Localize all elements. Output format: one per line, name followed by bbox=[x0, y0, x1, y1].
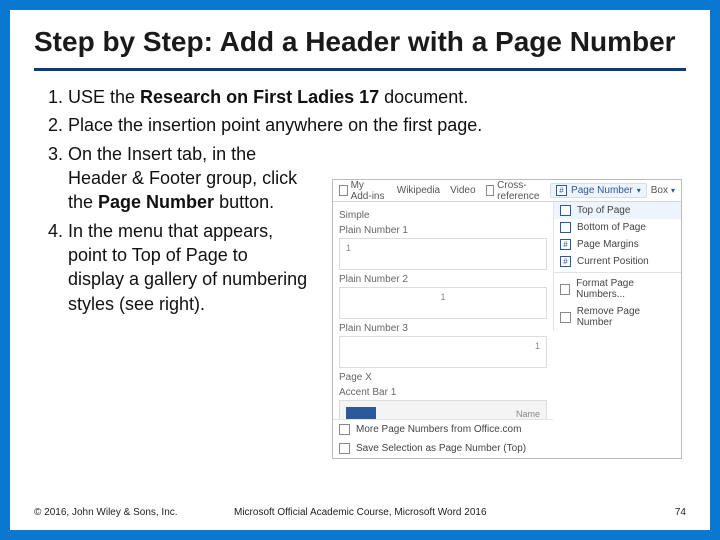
menu-format-page-numbers[interactable]: Format Page Numbers... bbox=[554, 275, 681, 303]
page-number-label: Page Number bbox=[571, 185, 633, 196]
ribbon-video[interactable]: Video bbox=[450, 180, 475, 202]
title-rule bbox=[34, 68, 686, 71]
ribbon-wikipedia-label: Wikipedia bbox=[397, 185, 440, 196]
page-number-gallery: Simple Plain Number 1 1 Plain Number 2 1… bbox=[333, 202, 553, 458]
step-1-bold: Research on First Ladies 17 bbox=[140, 87, 379, 107]
page-margins-icon bbox=[560, 239, 571, 250]
save-selection[interactable]: Save Selection as Page Number (Top) bbox=[333, 439, 553, 458]
step-3-bold: Page Number bbox=[98, 192, 214, 212]
step-3-post: button. bbox=[214, 192, 274, 212]
step-1: USE the Research on First Ladies 17 docu… bbox=[68, 85, 482, 109]
footer-course: Microsoft Official Academic Course, Micr… bbox=[234, 507, 656, 518]
footer-copyright: © 2016, John Wiley & Sons, Inc. bbox=[34, 507, 234, 518]
step-2: Place the insertion point anywhere on th… bbox=[68, 113, 482, 137]
gallery-tile-plain1[interactable]: 1 bbox=[339, 238, 547, 270]
ribbon-addins-label: My Add-ins bbox=[351, 180, 387, 202]
gallery-label-plain2: Plain Number 2 bbox=[339, 274, 547, 285]
gallery-label-plain1: Plain Number 1 bbox=[339, 225, 547, 236]
ribbon-crossref-label: Cross-reference bbox=[497, 180, 550, 202]
more-from-office-label: More Page Numbers from Office.com bbox=[356, 424, 521, 435]
office-icon bbox=[339, 424, 350, 435]
slide-frame: Step by Step: Add a Header with a Page N… bbox=[0, 0, 720, 540]
tile-number: 1 bbox=[535, 341, 540, 351]
crossref-icon bbox=[486, 185, 495, 196]
menu-top-of-page[interactable]: Top of Page bbox=[554, 202, 681, 219]
page-title: Step by Step: Add a Header with a Page N… bbox=[34, 26, 686, 58]
bottom-of-page-icon bbox=[560, 222, 571, 233]
save-selection-label: Save Selection as Page Number (Top) bbox=[356, 443, 526, 454]
gallery-footer: More Page Numbers from Office.com Save S… bbox=[333, 419, 553, 458]
menu-current-position[interactable]: Current Position bbox=[554, 253, 681, 270]
step-1-pre: USE the bbox=[68, 87, 140, 107]
footer-page-number: 74 bbox=[656, 507, 686, 518]
menu-format-label: Format Page Numbers... bbox=[576, 278, 675, 300]
tile-number: 1 bbox=[440, 292, 445, 302]
tile-number: 1 bbox=[346, 243, 351, 253]
ribbon-crossref[interactable]: Cross-reference bbox=[486, 180, 551, 202]
step-1-post: document. bbox=[379, 87, 468, 107]
step-4-text: In the menu that appears, point to Top o… bbox=[68, 219, 308, 316]
word-screenshot: My Add-ins Wikipedia Video Cross-referen… bbox=[332, 179, 682, 459]
menu-separator bbox=[554, 272, 681, 273]
gallery-label-plain3: Plain Number 3 bbox=[339, 323, 547, 334]
more-from-office[interactable]: More Page Numbers from Office.com bbox=[333, 420, 553, 439]
ribbon-wikipedia[interactable]: Wikipedia bbox=[397, 180, 440, 202]
menu-current-label: Current Position bbox=[577, 256, 649, 267]
menu-bottom-label: Bottom of Page bbox=[577, 222, 646, 233]
page-number-button[interactable]: Page Number ▾ bbox=[550, 183, 647, 198]
menu-remove-page-number[interactable]: Remove Page Number bbox=[554, 303, 681, 331]
menu-remove-label: Remove Page Number bbox=[577, 306, 675, 328]
addins-icon bbox=[339, 185, 348, 196]
menu-bottom-of-page[interactable]: Bottom of Page bbox=[554, 219, 681, 236]
top-of-page-icon bbox=[560, 205, 571, 216]
format-icon bbox=[560, 284, 570, 295]
save-icon bbox=[339, 443, 350, 454]
slide-page: Step by Step: Add a Header with a Page N… bbox=[10, 10, 710, 530]
page-number-menu: Top of Page Bottom of Page Page Margins … bbox=[553, 202, 681, 331]
ribbon: My Add-ins Wikipedia Video Cross-referen… bbox=[333, 180, 681, 202]
ribbon-box[interactable]: Box▾ bbox=[651, 185, 675, 196]
ribbon-box-label: Box bbox=[651, 185, 668, 196]
gallery-label-accent1: Accent Bar 1 bbox=[339, 387, 547, 398]
gallery-group-simple: Simple bbox=[339, 210, 547, 221]
slide-footer: © 2016, John Wiley & Sons, Inc. Microsof… bbox=[34, 497, 686, 518]
menu-page-margins[interactable]: Page Margins bbox=[554, 236, 681, 253]
current-position-icon bbox=[560, 256, 571, 267]
gallery-tile-plain2[interactable]: 1 bbox=[339, 287, 547, 319]
ribbon-addins[interactable]: My Add-ins bbox=[339, 180, 387, 202]
chevron-down-icon: ▾ bbox=[637, 186, 641, 195]
menu-margins-label: Page Margins bbox=[577, 239, 639, 250]
gallery-group-pagex: Page X bbox=[339, 372, 547, 383]
page-number-icon bbox=[556, 185, 567, 196]
gallery-tile-plain3[interactable]: 1 bbox=[339, 336, 547, 368]
menu-top-label: Top of Page bbox=[577, 205, 630, 216]
remove-icon bbox=[560, 312, 571, 323]
chevron-down-icon: ▾ bbox=[671, 186, 675, 195]
ribbon-video-label: Video bbox=[450, 185, 475, 196]
